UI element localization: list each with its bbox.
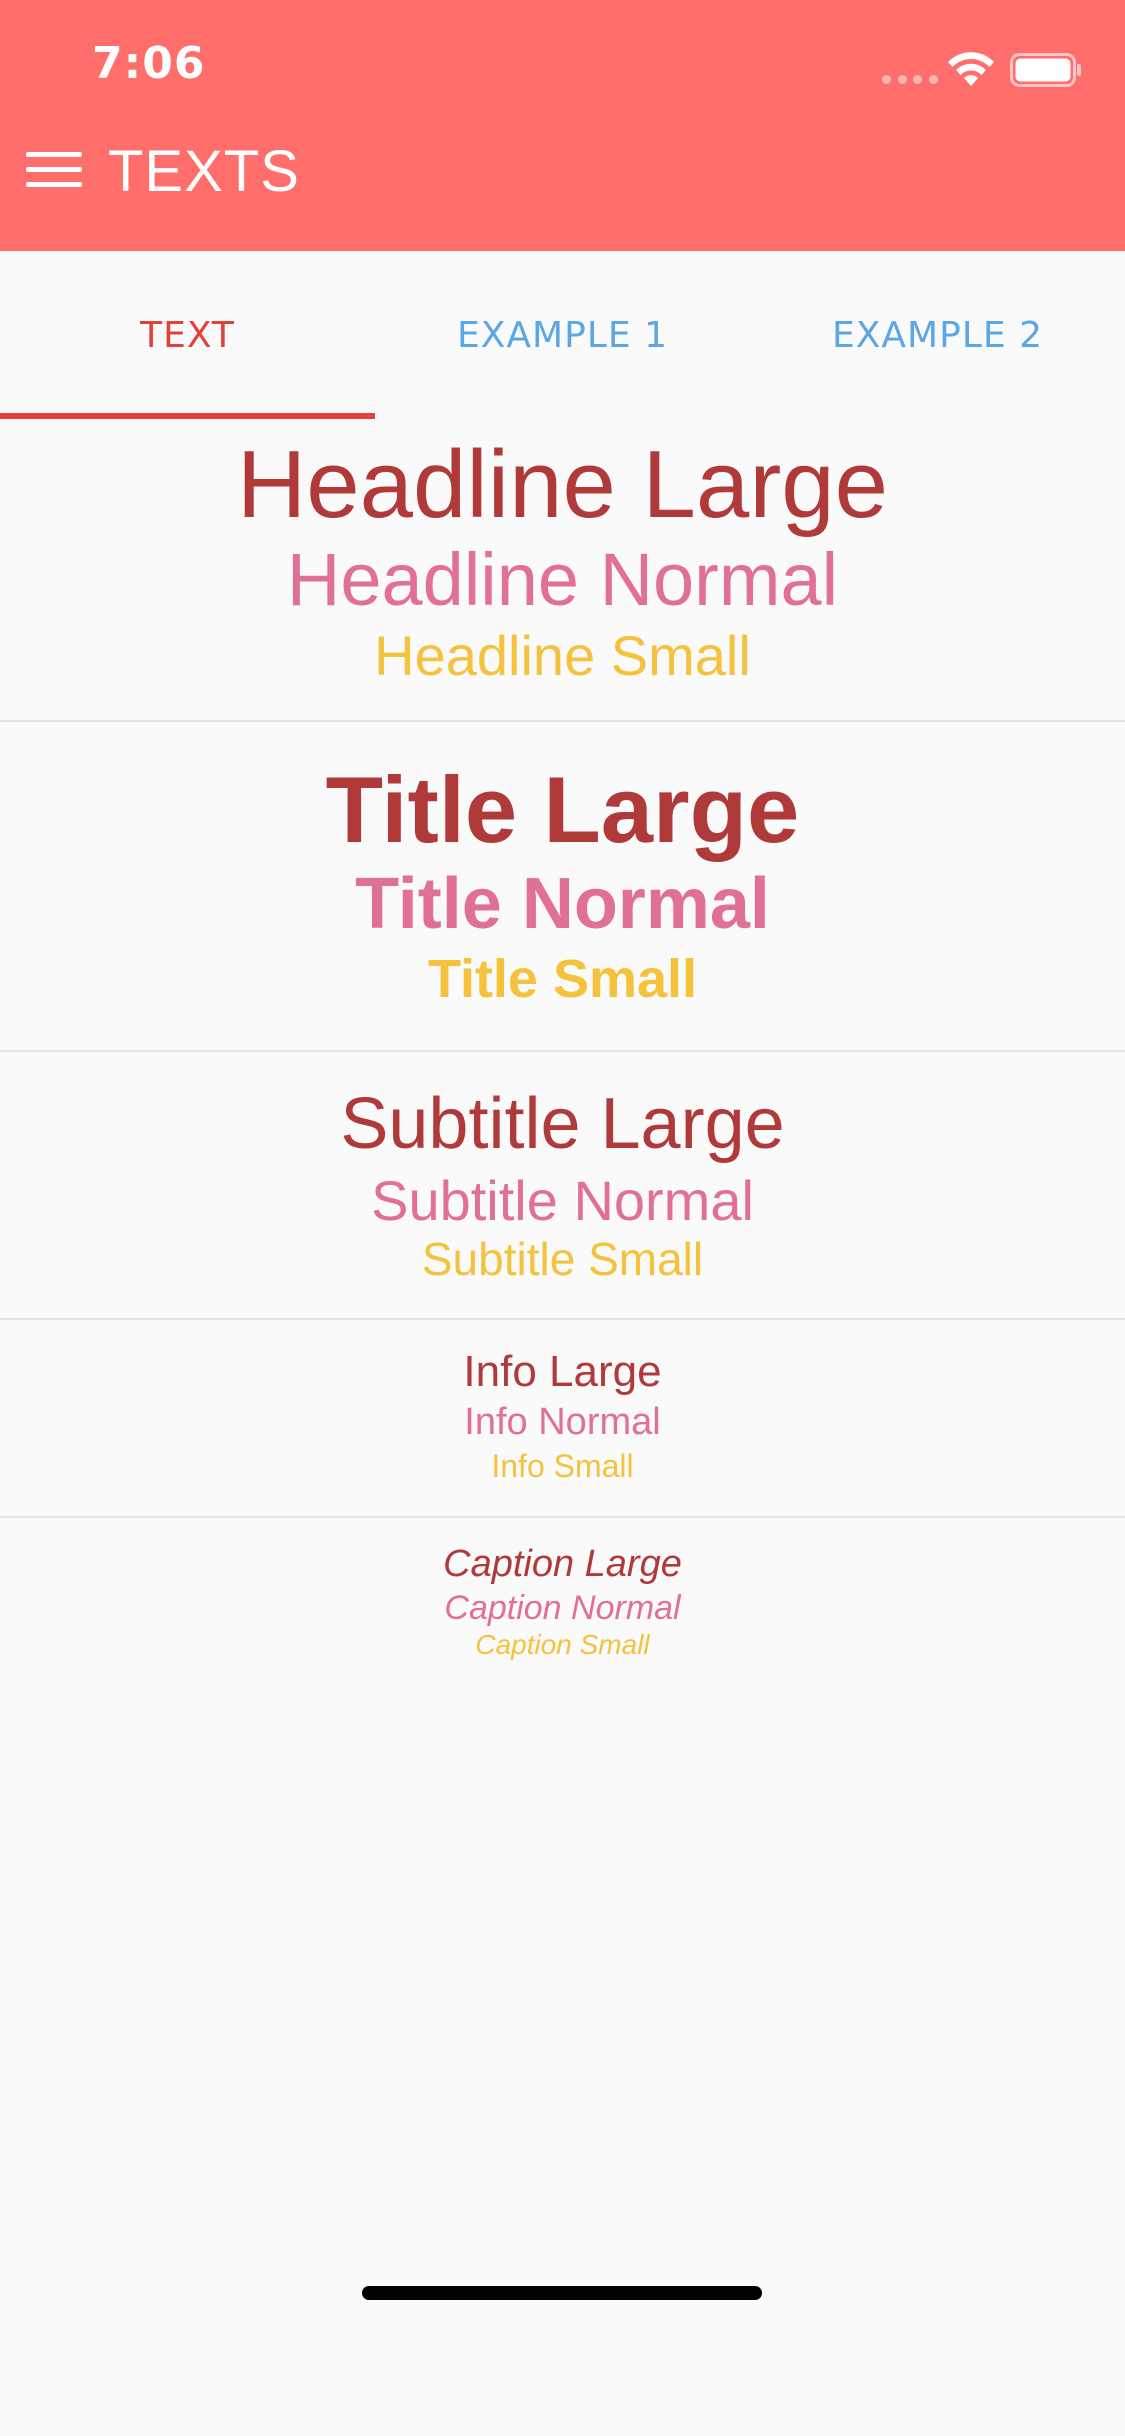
- menu-icon[interactable]: [26, 150, 82, 190]
- tab-bar: TEXT EXAMPLE 1 EXAMPLE 2: [0, 251, 1125, 419]
- cellular-signal-icon: [882, 75, 938, 85]
- app-header: 7:06 TEXTS: [0, 0, 1125, 251]
- info-section: Info Large Info Normal Info Small: [0, 1320, 1125, 1516]
- page-title: TEXTS: [108, 139, 300, 204]
- title-normal-text: Title Normal: [355, 864, 770, 944]
- caption-large-text: Caption Large: [443, 1543, 682, 1585]
- subtitle-normal-text: Subtitle Normal: [371, 1169, 754, 1232]
- title-large-text: Title Large: [325, 757, 800, 862]
- battery-icon: [1010, 53, 1081, 87]
- headline-section: Headline Large Headline Normal Headline …: [0, 420, 1125, 720]
- home-indicator[interactable]: [362, 2286, 762, 2300]
- caption-small-text: Caption Small: [475, 1629, 650, 1660]
- title-small-text: Title Small: [427, 949, 698, 1009]
- active-tab-indicator: [0, 413, 375, 419]
- tab-example-1[interactable]: EXAMPLE 1: [375, 251, 750, 419]
- headline-normal-text: Headline Normal: [286, 538, 839, 621]
- info-large-text: Info Large: [463, 1347, 662, 1396]
- subtitle-section: Subtitle Large Subtitle Normal Subtitle …: [0, 1052, 1125, 1318]
- wifi-icon: [948, 52, 994, 86]
- info-small-text: Info Small: [491, 1448, 634, 1484]
- headline-large-text: Headline Large: [236, 431, 889, 538]
- title-section: Title Large Title Normal Title Small: [0, 722, 1125, 1050]
- caption-normal-text: Caption Normal: [444, 1589, 681, 1627]
- headline-small-text: Headline Small: [374, 624, 751, 687]
- subtitle-small-text: Subtitle Small: [421, 1233, 704, 1285]
- tab-example-2[interactable]: EXAMPLE 2: [750, 251, 1125, 419]
- tab-text[interactable]: TEXT: [0, 251, 375, 419]
- info-normal-text: Info Normal: [464, 1401, 661, 1443]
- subtitle-large-text: Subtitle Large: [340, 1084, 785, 1164]
- status-time: 7:06: [92, 38, 206, 89]
- caption-section: Caption Large Caption Normal Caption Sma…: [0, 1518, 1125, 1678]
